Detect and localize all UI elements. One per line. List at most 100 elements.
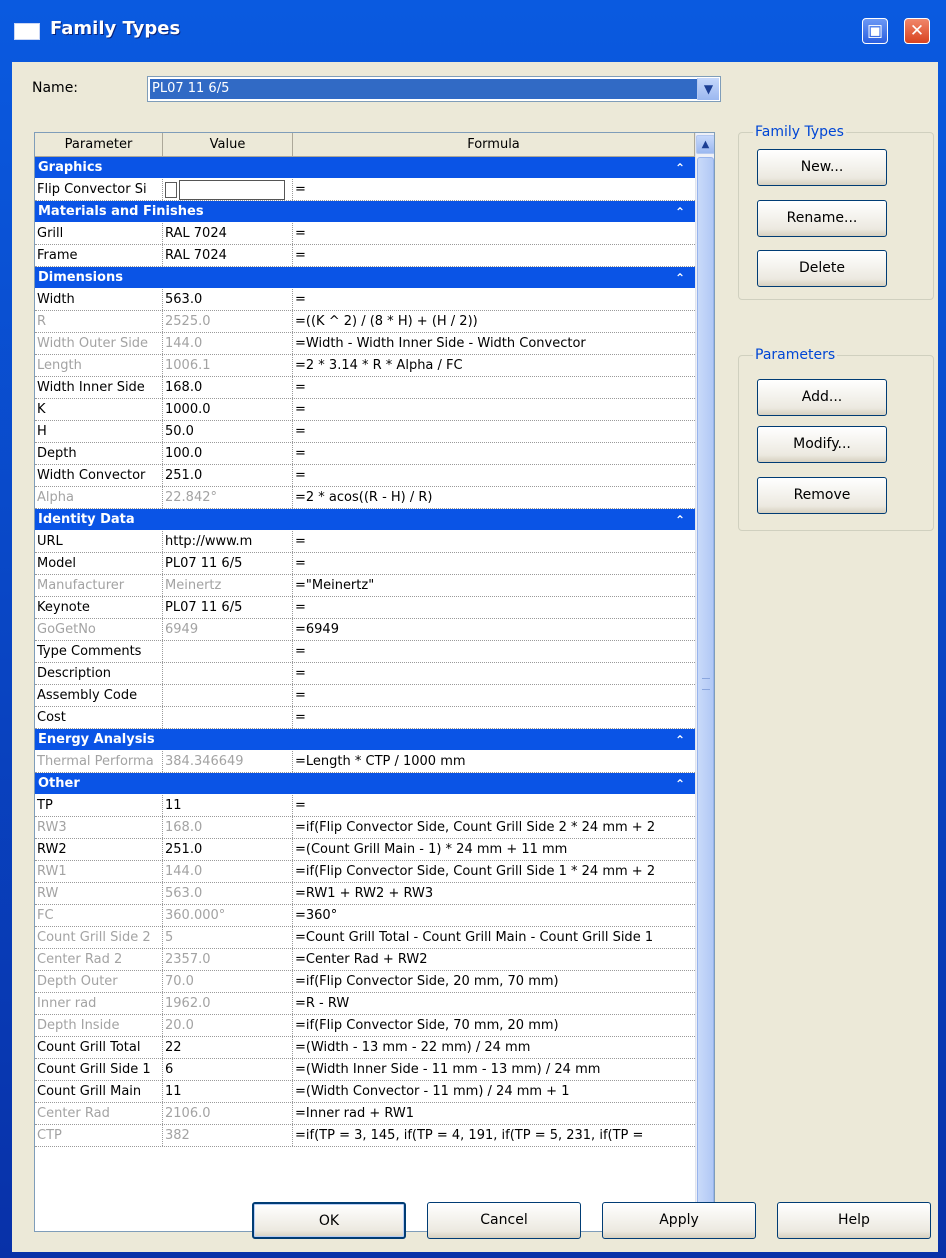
group-header[interactable]: Energy Analysis ⌃ — [35, 729, 695, 751]
group-header[interactable]: Other ⌃ — [35, 773, 695, 795]
parameter-row[interactable]: Model PL07 11 6/5 = — [35, 553, 695, 575]
modify-button[interactable]: Modify... — [757, 426, 887, 463]
parameter-row[interactable]: Frame RAL 7024 = — [35, 245, 695, 267]
parameter-formula[interactable]: =if(Flip Convector Side, Count Grill Sid… — [293, 817, 695, 838]
parameter-row[interactable]: Depth 100.0 = — [35, 443, 695, 465]
scroll-up-icon[interactable]: ▲ — [696, 135, 714, 154]
parameter-formula[interactable]: =2 * 3.14 * R * Alpha / FC — [293, 355, 695, 376]
parameter-formula[interactable]: = — [293, 663, 695, 684]
parameter-row[interactable]: Width 563.0 = — [35, 289, 695, 311]
scrollbar-thumb[interactable] — [697, 157, 714, 1205]
parameter-value[interactable]: PL07 11 6/5 — [163, 553, 293, 574]
parameter-row[interactable]: Alpha 22.842° =2 * acos((R - H) / R) — [35, 487, 695, 509]
parameter-value[interactable]: 168.0 — [163, 377, 293, 398]
parameter-row[interactable]: Width Convector 251.0 = — [35, 465, 695, 487]
group-header[interactable]: Materials and Finishes ⌃ — [35, 201, 695, 223]
parameter-value[interactable] — [163, 179, 293, 200]
parameter-formula[interactable]: =(Width Inner Side - 11 mm - 13 mm) / 24… — [293, 1059, 695, 1080]
parameter-formula[interactable]: = — [293, 443, 695, 464]
parameter-value[interactable]: 563.0 — [163, 289, 293, 310]
parameter-value[interactable] — [163, 641, 293, 662]
parameter-row[interactable]: Assembly Code = — [35, 685, 695, 707]
parameter-value[interactable]: 22 — [163, 1037, 293, 1058]
parameter-row[interactable]: Flip Convector Si = — [35, 179, 695, 201]
flip-checkbox[interactable] — [165, 181, 177, 198]
parameter-formula[interactable]: = — [293, 465, 695, 486]
collapse-chevron-icon[interactable]: ⌃ — [675, 773, 685, 795]
parameter-value[interactable]: 50.0 — [163, 421, 293, 442]
parameter-formula[interactable]: =if(Flip Convector Side, 70 mm, 20 mm) — [293, 1015, 695, 1036]
parameter-formula[interactable]: =(Count Grill Main - 1) * 24 mm + 11 mm — [293, 839, 695, 860]
vertical-scrollbar[interactable]: ▲ ▼ — [695, 133, 714, 1231]
parameter-row[interactable]: K 1000.0 = — [35, 399, 695, 421]
column-header-formula[interactable]: Formula — [293, 133, 695, 157]
parameter-row[interactable]: CTP 382 =if(TP = 3, 145, if(TP = 4, 191, i… — [35, 1125, 695, 1147]
parameter-row[interactable]: R 2525.0 =((K ^ 2) / (8 * H) + (H / 2)) — [35, 311, 695, 333]
parameter-row[interactable]: Thermal Performa 384.346649 =Length * CTP … — [35, 751, 695, 773]
parameter-formula[interactable]: = — [293, 531, 695, 552]
parameter-value[interactable]: RAL 7024 — [163, 223, 293, 244]
ok-button[interactable]: OK — [252, 1202, 406, 1239]
parameter-formula[interactable]: =R - RW — [293, 993, 695, 1014]
parameter-row[interactable]: Center Rad 2106.0 =Inner rad + RW1 — [35, 1103, 695, 1125]
parameter-formula[interactable]: = — [293, 399, 695, 420]
parameter-formula[interactable]: =if(Flip Convector Side, 20 mm, 70 mm) — [293, 971, 695, 992]
parameter-formula[interactable]: =Length * CTP / 1000 mm — [293, 751, 695, 772]
parameter-value[interactable]: 11 — [163, 1081, 293, 1102]
parameter-value[interactable]: 251.0 — [163, 839, 293, 860]
column-header-parameter[interactable]: Parameter — [35, 133, 163, 157]
parameter-formula[interactable]: = — [293, 179, 695, 200]
parameter-formula[interactable]: = — [293, 685, 695, 706]
parameter-row[interactable]: URL http://www.m = — [35, 531, 695, 553]
parameter-row[interactable]: RW 563.0 =RW1 + RW2 + RW3 — [35, 883, 695, 905]
parameter-formula[interactable]: =Count Grill Total - Count Grill Main - … — [293, 927, 695, 948]
parameter-formula[interactable]: = — [293, 553, 695, 574]
parameter-row[interactable]: Depth Inside 20.0 =if(Flip Convector Side,… — [35, 1015, 695, 1037]
parameter-formula[interactable]: =Inner rad + RW1 — [293, 1103, 695, 1124]
group-header[interactable]: Identity Data ⌃ — [35, 509, 695, 531]
add-button[interactable]: Add... — [757, 379, 887, 416]
value-edit-field[interactable] — [179, 179, 285, 200]
remove-button[interactable]: Remove — [757, 477, 887, 514]
group-header[interactable]: Dimensions ⌃ — [35, 267, 695, 289]
parameter-value[interactable]: http://www.m — [163, 531, 293, 552]
parameter-row[interactable]: Count Grill Side 1 6 =(Width Inner Side - … — [35, 1059, 695, 1081]
parameter-value[interactable]: 11 — [163, 795, 293, 816]
close-icon[interactable]: ✕ — [904, 18, 930, 44]
parameter-formula[interactable]: =2 * acos((R - H) / R) — [293, 487, 695, 508]
column-header-value[interactable]: Value — [163, 133, 293, 157]
parameter-formula[interactable]: = — [293, 223, 695, 244]
parameter-formula[interactable]: = — [293, 421, 695, 442]
delete-button[interactable]: Delete — [757, 250, 887, 287]
collapse-chevron-icon[interactable]: ⌃ — [675, 509, 685, 531]
parameter-row[interactable]: Grill RAL 7024 = — [35, 223, 695, 245]
new-button[interactable]: New... — [757, 149, 887, 186]
parameter-formula[interactable]: = — [293, 597, 695, 618]
parameter-formula[interactable]: =((K ^ 2) / (8 * H) + (H / 2)) — [293, 311, 695, 332]
parameter-formula[interactable]: =RW1 + RW2 + RW3 — [293, 883, 695, 904]
parameter-row[interactable]: Manufacturer Meinertz ="Meinertz" — [35, 575, 695, 597]
parameter-row[interactable]: Cost = — [35, 707, 695, 729]
parameter-row[interactable]: RW1 144.0 =if(Flip Convector Side, Count G… — [35, 861, 695, 883]
parameter-formula[interactable]: =(Width Convector - 11 mm) / 24 mm + 1 — [293, 1081, 695, 1102]
parameter-formula[interactable]: = — [293, 707, 695, 728]
parameter-row[interactable]: Width Inner Side 168.0 = — [35, 377, 695, 399]
parameter-row[interactable]: Length 1006.1 =2 * 3.14 * R * Alpha / FC — [35, 355, 695, 377]
parameter-formula[interactable]: ="Meinertz" — [293, 575, 695, 596]
parameter-row[interactable]: Keynote PL07 11 6/5 = — [35, 597, 695, 619]
restore-icon[interactable]: ▣ — [862, 18, 888, 44]
parameter-row[interactable]: RW2 251.0 =(Count Grill Main - 1) * 24 mm … — [35, 839, 695, 861]
parameter-row[interactable]: FC 360.000° =360° — [35, 905, 695, 927]
parameter-value[interactable]: RAL 7024 — [163, 245, 293, 266]
collapse-chevron-icon[interactable]: ⌃ — [675, 157, 685, 179]
help-button[interactable]: Help — [777, 1202, 931, 1239]
parameter-value[interactable]: 251.0 — [163, 465, 293, 486]
parameter-formula[interactable]: =if(Flip Convector Side, Count Grill Sid… — [293, 861, 695, 882]
parameter-formula[interactable]: =(Width - 13 mm - 22 mm) / 24 mm — [293, 1037, 695, 1058]
parameter-row[interactable]: Count Grill Total 22 =(Width - 13 mm - 22 … — [35, 1037, 695, 1059]
parameter-row[interactable]: H 50.0 = — [35, 421, 695, 443]
parameter-row[interactable]: Width Outer Side 144.0 =Width - Width Inne… — [35, 333, 695, 355]
rename-button[interactable]: Rename... — [757, 200, 887, 237]
parameter-formula[interactable]: =360° — [293, 905, 695, 926]
parameter-row[interactable]: TP 11 = — [35, 795, 695, 817]
